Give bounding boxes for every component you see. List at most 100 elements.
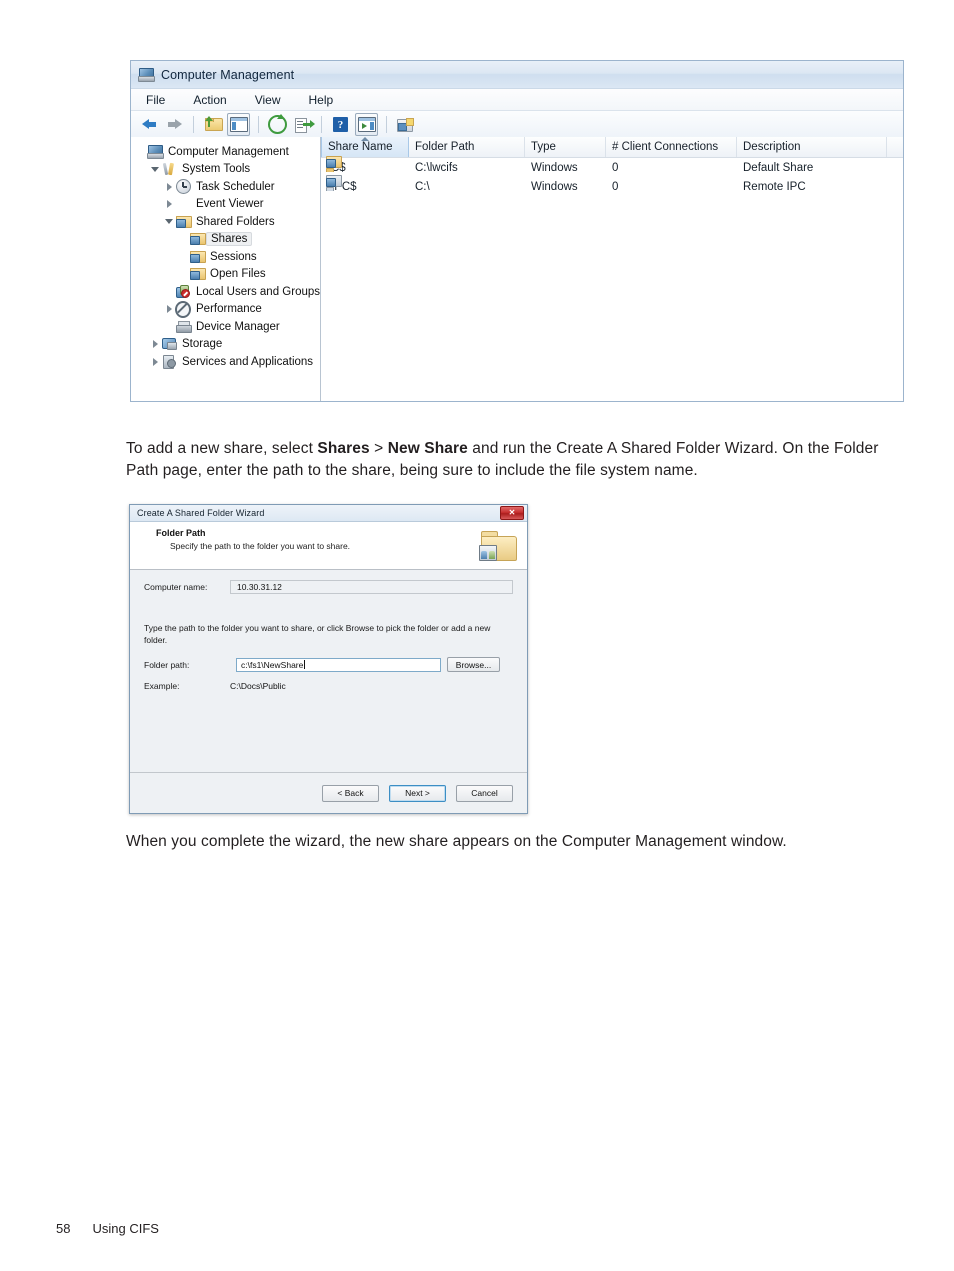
chevron-right-icon[interactable] — [163, 305, 175, 314]
tree-item-services-and-applications[interactable]: Services and Applications — [135, 353, 320, 371]
cancel-button[interactable]: Cancel — [456, 784, 513, 802]
show-hide-action-pane-icon[interactable] — [355, 113, 378, 136]
up-one-level-icon[interactable] — [202, 114, 223, 135]
window-body: Computer Management System Tools Task Sche… — [131, 137, 903, 401]
services-icon — [161, 355, 177, 370]
tree-item-system-tools[interactable]: System Tools — [135, 161, 320, 179]
share-row[interactable]: IPC$ C:\ Windows 0 Remote IPC — [321, 174, 903, 196]
column-header-client-connections[interactable]: # Client Connections — [606, 137, 737, 157]
page-number: 58 — [56, 1221, 71, 1236]
p1-text-sep: > — [369, 440, 388, 457]
example-value: C:\Docs\Public — [230, 681, 286, 691]
computer-name-row: Computer name: 10.30.31.12 — [144, 580, 513, 594]
wizard-page-subtitle: Specify the path to the folder you want … — [170, 541, 351, 551]
back-button[interactable]: < Back — [322, 784, 379, 802]
wizard-body: Computer name: 10.30.31.12 Type the path… — [130, 570, 527, 772]
column-header-type[interactable]: Type — [525, 137, 606, 157]
tree-item-storage[interactable]: Storage — [135, 336, 320, 354]
tree-item-label: System Tools — [182, 163, 251, 176]
tree-item-label: Shares — [206, 232, 253, 247]
column-header-share-name[interactable]: Share Name — [321, 137, 409, 157]
menu-file[interactable]: File — [143, 92, 168, 108]
cell-connections: 0 — [606, 162, 737, 174]
tree-item-computer-management[interactable]: Computer Management — [135, 143, 320, 161]
console-tree[interactable]: Computer Management System Tools Task Sche… — [131, 137, 321, 401]
column-header-folder-path[interactable]: Folder Path — [409, 137, 525, 157]
cell-description: Remote IPC — [737, 181, 887, 193]
computer-icon — [147, 144, 164, 159]
refresh-icon[interactable] — [267, 114, 288, 135]
cell-text: Windows — [531, 161, 578, 174]
toolbar-separator — [321, 116, 322, 133]
tree-item-shared-folders[interactable]: Shared Folders — [135, 213, 320, 231]
computer-management-window: Computer Management File Action View Hel… — [130, 60, 904, 402]
p1-bold-new-share: New Share — [387, 440, 468, 457]
cell-description: Default Share — [737, 162, 887, 174]
column-header-label: Description — [743, 141, 801, 153]
show-hide-console-tree-icon[interactable] — [227, 113, 250, 136]
computer-name-label: Computer name: — [144, 582, 208, 592]
help-icon[interactable]: ? — [330, 114, 351, 135]
cell-text: Windows — [531, 180, 578, 193]
chevron-right-icon[interactable] — [149, 340, 161, 349]
computer-name-value: 10.30.31.12 — [230, 580, 513, 594]
toolbar-separator — [386, 116, 387, 133]
tree-item-event-viewer[interactable]: Event Viewer — [135, 196, 320, 214]
p1-bold-shares: Shares — [317, 440, 370, 457]
p1-text-a: To add a new share, select — [126, 440, 318, 457]
window-title: Computer Management — [161, 67, 295, 82]
chevron-right-icon[interactable] — [149, 357, 161, 366]
share-row[interactable]: C$ C:\lwcifs Windows 0 Default Share — [321, 155, 903, 177]
wizard-footer: < Back Next > Cancel — [130, 772, 527, 813]
tree-item-label: Sessions — [210, 250, 257, 263]
forward-icon[interactable] — [164, 114, 185, 135]
sort-ascending-icon — [361, 137, 369, 141]
tree-item-task-scheduler[interactable]: Task Scheduler — [135, 178, 320, 196]
next-button[interactable]: Next > — [389, 784, 446, 802]
export-list-icon[interactable] — [292, 114, 315, 135]
wizard-header: Folder Path Specify the path to the fold… — [130, 522, 527, 570]
tree-item-label: Services and Applications — [182, 355, 314, 368]
cell-folder-path: C:\ — [409, 181, 525, 193]
cell-share-name: IPC$ — [321, 174, 409, 193]
folder-path-row: Folder path: c:\fs1\NewShare Browse... — [144, 657, 513, 672]
shared-folder-large-icon — [479, 527, 517, 561]
chevron-down-icon[interactable] — [163, 219, 175, 225]
column-header-description[interactable]: Description — [737, 137, 887, 157]
clock-icon — [175, 179, 191, 195]
shares-list-view: Share Name Folder Path Type # Client Connec… — [321, 137, 903, 401]
close-icon[interactable]: ✕ — [500, 506, 524, 520]
tree-item-label: Task Scheduler — [196, 180, 275, 193]
menu-view[interactable]: View — [252, 92, 284, 108]
page-section: Using CIFS — [92, 1221, 159, 1236]
menu-action[interactable]: Action — [190, 92, 229, 108]
tree-item-open-files[interactable]: Open Files — [135, 266, 320, 284]
shared-folder-icon — [175, 215, 192, 228]
tree-item-local-users-and-groups[interactable]: Local Users and Groups — [135, 283, 320, 301]
tree-item-sessions[interactable]: Sessions — [135, 248, 320, 266]
text-caret — [304, 660, 306, 669]
folder-path-input-value: c:\fs1\NewShare — [241, 659, 304, 670]
folder-path-input[interactable]: c:\fs1\NewShare — [236, 657, 441, 672]
menu-bar: File Action View Help — [131, 89, 903, 111]
tree-item-device-manager[interactable]: Device Manager — [135, 318, 320, 336]
tree-item-shares[interactable]: Shares — [135, 231, 320, 249]
cell-text: C:\ — [415, 180, 430, 193]
cell-text: C:\lwcifs — [415, 161, 458, 174]
folder-path-hint: Type the path to the folder you want to … — [144, 623, 491, 645]
tree-item-label: Device Manager — [196, 320, 280, 333]
storage-icon — [161, 338, 177, 351]
menu-help[interactable]: Help — [306, 92, 337, 108]
chevron-right-icon[interactable] — [163, 182, 175, 191]
cell-text: 0 — [612, 161, 619, 174]
new-share-icon[interactable] — [395, 114, 416, 135]
tree-item-label: Open Files — [210, 268, 266, 281]
column-header-label: Type — [531, 141, 556, 153]
tree-item-label: Storage — [182, 338, 223, 351]
chevron-right-icon[interactable] — [163, 200, 175, 209]
browse-button[interactable]: Browse... — [447, 657, 500, 672]
shared-folder-icon — [189, 233, 206, 246]
chevron-down-icon[interactable] — [149, 166, 161, 172]
tree-item-performance[interactable]: Performance — [135, 300, 320, 319]
back-icon[interactable] — [139, 114, 160, 135]
